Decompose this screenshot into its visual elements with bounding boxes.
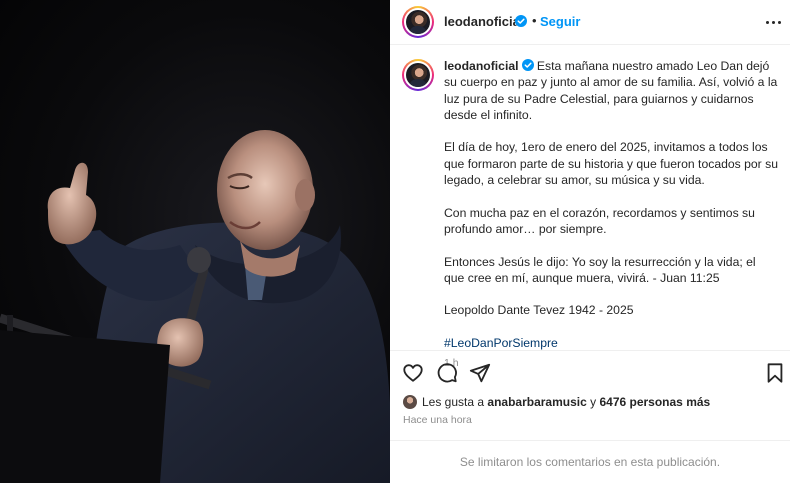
caption-paragraph: Leopoldo Dante Tevez 1942 - 2025 [444, 303, 634, 318]
caption-paragraph: Entonces Jesús le dijo: Yo soy la resurr… [444, 254, 756, 285]
caption-paragraph: El día de hoy, 1ero de enero del 2025, i… [444, 140, 779, 188]
verified-badge-icon [521, 59, 534, 71]
post-header: leodanoficial • Seguir [390, 0, 790, 45]
author-avatar[interactable] [402, 6, 434, 38]
caption-paragraph: Con mucha paz en el corazón, recordamos … [444, 205, 755, 236]
likes-count[interactable]: 6476 personas más [599, 395, 710, 409]
author-username[interactable]: leodanoficial [444, 14, 523, 29]
heart-icon[interactable] [402, 362, 424, 384]
follow-button[interactable]: Seguir [540, 14, 580, 29]
caption-author-avatar[interactable] [402, 59, 434, 91]
likes-prefix: Les gusta a [422, 395, 485, 409]
likes-summary: Les gusta a anabarbaramusic y 6476 perso… [403, 395, 710, 409]
liker-avatar[interactable] [403, 395, 417, 409]
likes-joiner: y [590, 395, 597, 409]
post-photo-illustration [0, 130, 390, 483]
comments-disabled-notice: Se limitaron los comentarios en esta pub… [390, 440, 790, 483]
verified-badge-icon [515, 15, 527, 27]
more-options-icon[interactable] [766, 14, 782, 30]
caption-username[interactable]: leodanoficial [444, 59, 519, 73]
post-caption: leodanoficial Esta mañana nuestro amado … [444, 58, 778, 372]
liker-username[interactable]: anabarbaramusic [487, 395, 586, 409]
post-time-ago: Hace una hora [403, 414, 472, 426]
bookmark-icon[interactable] [764, 362, 786, 384]
caption-paragraph: leodanoficial Esta mañana nuestro amado … [444, 58, 778, 123]
comment-icon[interactable] [436, 362, 458, 384]
hashtag-link[interactable]: #LeoDanPorSiempre [444, 336, 558, 350]
paper-plane-icon[interactable] [469, 362, 491, 384]
hashtag-line: #LeoDanPorSiempre [444, 335, 778, 351]
post-photo[interactable] [0, 0, 390, 483]
separator-dot: • [532, 13, 537, 28]
post-panel: leodanoficial • Seguir leodanoficial Est… [390, 0, 790, 483]
post-actions: Les gusta a anabarbaramusic y 6476 perso… [390, 350, 790, 446]
